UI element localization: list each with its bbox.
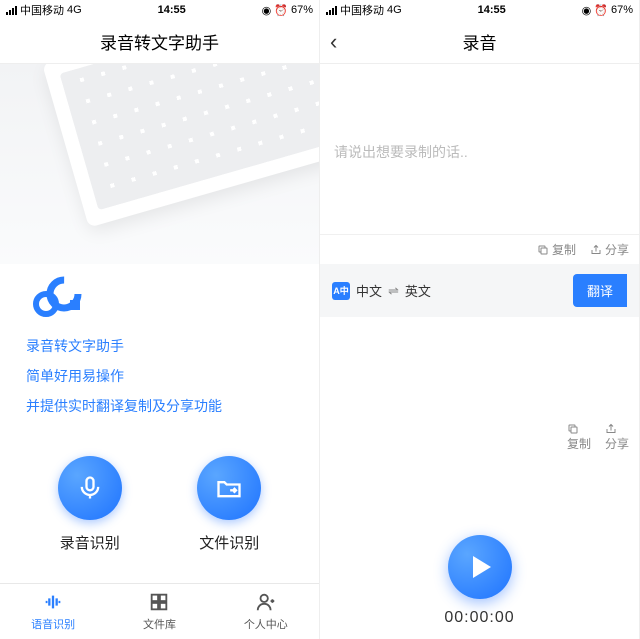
signal-icon xyxy=(6,6,17,15)
carrier: 中国移动 xyxy=(340,2,384,18)
timer: 00:00:00 xyxy=(444,609,514,627)
status-bar: 中国移动 4G 14:55 ◉ ⏰ 67% xyxy=(0,0,319,20)
file-recognition-button[interactable]: 文件识别 xyxy=(197,456,261,553)
clock: 14:55 xyxy=(158,4,186,16)
tab-files[interactable]: 文件库 xyxy=(106,584,212,639)
file-label: 文件识别 xyxy=(199,532,259,553)
translate-button[interactable]: 翻译 xyxy=(573,274,627,307)
signal-icon xyxy=(326,6,337,15)
tab-voice-label: 语音识别 xyxy=(31,616,75,632)
folder-icon xyxy=(197,456,261,520)
hero-image xyxy=(0,64,319,264)
alarm-icon: ⏰ xyxy=(274,4,288,17)
network: 4G xyxy=(67,4,82,16)
share-label-2: 分享 xyxy=(605,437,629,451)
back-button[interactable]: ‹ xyxy=(330,29,337,55)
lang-from: 中文 xyxy=(356,281,382,300)
app-logo xyxy=(26,274,293,320)
record-label: 录音识别 xyxy=(60,532,120,553)
copy-button[interactable]: 复制 xyxy=(537,241,576,258)
intro-line-3: 并提供实时翻译复制及分享功能 xyxy=(26,396,293,416)
intro-line-1: 录音转文字助手 xyxy=(26,336,293,356)
battery: 67% xyxy=(611,4,633,16)
tab-bar: 语音识别 文件库 个人中心 xyxy=(0,583,319,639)
bluetooth-icon: ◉ xyxy=(262,4,272,17)
page-title: 录音 xyxy=(463,29,497,54)
share-button[interactable]: 分享 xyxy=(590,241,629,258)
lang-to: 英文 xyxy=(405,281,431,300)
clock: 14:55 xyxy=(478,4,506,16)
status-bar: 中国移动 4G 14:55 ◉ ⏰ 67% xyxy=(320,0,639,20)
share-button-2[interactable]: 分享 xyxy=(605,423,629,452)
recording-text-area[interactable]: 请说出想要录制的话.. xyxy=(320,124,639,234)
translation-result-area xyxy=(320,317,639,417)
page-title: 录音转文字助手 xyxy=(100,29,219,54)
bluetooth-icon: ◉ xyxy=(582,4,592,17)
copy-button-2[interactable]: 复制 xyxy=(567,423,591,452)
nav-bar: 录音转文字助手 xyxy=(0,20,319,64)
play-record-button[interactable] xyxy=(448,535,512,599)
copy-label-2: 复制 xyxy=(567,437,591,451)
nav-bar: ‹ 录音 xyxy=(320,20,639,64)
tab-files-label: 文件库 xyxy=(143,616,176,632)
copy-label: 复制 xyxy=(552,241,576,258)
alarm-icon: ⏰ xyxy=(594,4,608,17)
language-selector[interactable]: A中 中文 ⇌ 英文 翻译 xyxy=(320,264,639,317)
swap-icon[interactable]: ⇌ xyxy=(388,283,399,299)
share-label: 分享 xyxy=(605,241,629,258)
translate-icon: A中 xyxy=(332,282,350,300)
battery: 67% xyxy=(291,4,313,16)
tab-profile[interactable]: 个人中心 xyxy=(213,584,319,639)
microphone-icon xyxy=(58,456,122,520)
network: 4G xyxy=(387,4,402,16)
intro-line-2: 简单好用易操作 xyxy=(26,366,293,386)
play-icon xyxy=(473,556,491,578)
carrier: 中国移动 xyxy=(20,2,64,18)
record-recognition-button[interactable]: 录音识别 xyxy=(58,456,122,553)
tab-voice[interactable]: 语音识别 xyxy=(0,584,106,639)
tab-profile-label: 个人中心 xyxy=(244,616,288,632)
